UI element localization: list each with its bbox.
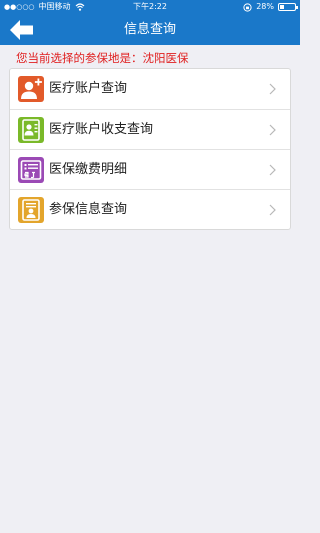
status-bar: ●●○○○ 中国移动 下午2:22 28%: [0, 0, 300, 14]
income-expense-icon: [18, 117, 44, 143]
insurance-info-icon: [18, 197, 44, 223]
battery-cap: [296, 6, 298, 9]
menu-item-label: 参保信息查询: [49, 202, 128, 217]
payment-detail-icon: [18, 157, 44, 183]
battery-percent: 28%: [256, 2, 274, 11]
battery-icon: [278, 3, 298, 11]
query-menu: 医疗账户查询 医疗账户收支查询 医保缴费明细 参保信息查询: [9, 68, 291, 230]
menu-item-label: 医疗账户查询: [49, 81, 128, 96]
chevron-right-icon: [269, 83, 276, 95]
chevron-right-icon: [269, 204, 276, 216]
battery-fill: [280, 5, 284, 9]
menu-item-insurance-info[interactable]: 参保信息查询: [10, 189, 290, 229]
chevron-right-icon: [269, 164, 276, 176]
page-title: 信息查询: [123, 22, 176, 37]
lock-rotation-icon: [243, 2, 252, 12]
app-header: ●●○○○ 中国移动 下午2:22 28% 信息查询: [0, 0, 300, 45]
menu-item-payment-detail[interactable]: 医保缴费明细: [10, 149, 290, 189]
nav-bar: 信息查询: [0, 14, 300, 45]
medical-account-icon: [18, 76, 44, 102]
insured-location-notice: 您当前选择的参保地是：沈阳医保: [16, 51, 189, 65]
menu-item-income-expense[interactable]: 医疗账户收支查询: [10, 109, 290, 149]
status-right: 28%: [243, 0, 298, 14]
menu-item-label: 医疗账户收支查询: [49, 122, 154, 137]
menu-item-medical-account[interactable]: 医疗账户查询: [10, 69, 290, 109]
menu-item-label: 医保缴费明细: [49, 162, 128, 177]
chevron-right-icon: [269, 124, 276, 136]
